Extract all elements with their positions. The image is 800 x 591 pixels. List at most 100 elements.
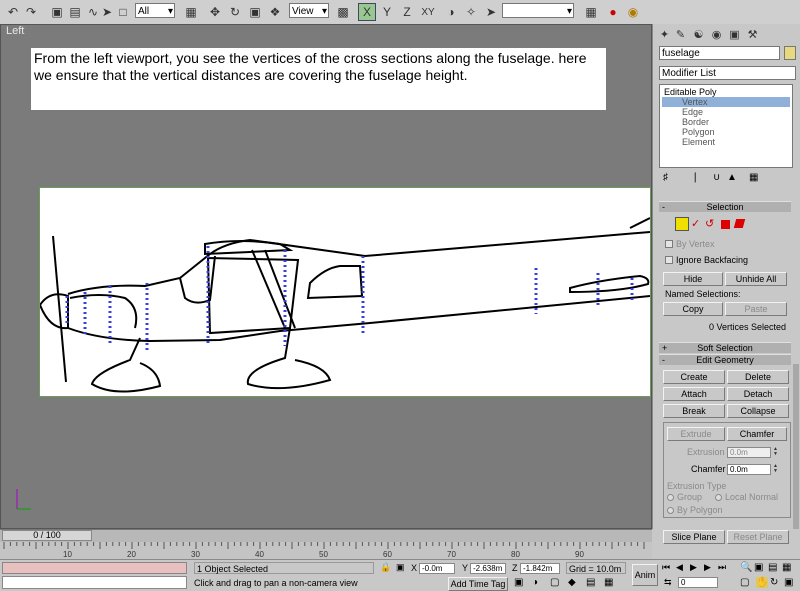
stack-item[interactable]: Border [662,117,790,127]
add-time-tag-button[interactable]: Add Time Tag [448,577,508,591]
unhide-all-button[interactable]: Unhide All [725,272,787,286]
chamfer-spinner[interactable]: 0.0m [727,464,771,475]
layer-icon[interactable]: ➤ [482,3,500,21]
unlink-icon[interactable]: ▤ [66,3,84,21]
stack-item[interactable]: Polygon [662,127,790,137]
zoom-extents-icon[interactable]: ▤ [768,562,777,573]
align-icon[interactable]: ✧ [462,3,480,21]
move-icon[interactable]: ✥ [206,3,224,21]
remove-modifier-icon[interactable]: ▲ [727,172,737,183]
chamfer-button[interactable]: Chamfer [727,427,787,441]
group-radio[interactable] [667,494,674,501]
go-to-end-icon[interactable]: ⏭ [718,562,726,573]
delete-button[interactable]: Delete [727,370,789,384]
previous-frame-icon[interactable]: ◀ [676,562,683,573]
scale-icon[interactable]: ▣ [246,3,264,21]
element-level-icon[interactable] [733,219,746,228]
zoom-all-icon[interactable]: ▣ [754,562,763,573]
auto-key-button[interactable]: Anim [632,564,658,586]
named-selection-set-dropdown[interactable] [502,3,574,19]
time-slider[interactable]: 0 / 100 [0,529,652,542]
axis-z-button[interactable]: Z [398,3,416,21]
track-bar[interactable]: 10 20 30 40 50 60 70 80 90 [0,542,652,559]
zoom-icon[interactable]: 🔍 [740,562,752,573]
copy-button[interactable]: Copy [663,302,723,316]
window-crossing-icon[interactable]: ▦ [604,577,613,588]
selection-filter-dropdown[interactable]: All [135,3,175,19]
slice-plane-button[interactable]: Slice Plane [663,530,725,544]
stack-item[interactable]: Vertex [662,97,790,107]
selection-rollout-header[interactable]: - Selection [659,201,791,212]
zoom-extents-all-icon[interactable]: ▦ [782,562,791,573]
select-link-icon[interactable]: ▣ [48,3,66,21]
play-icon[interactable]: ▶ [690,562,697,573]
x-coordinate-field[interactable]: -0.0m [419,563,455,574]
object-color-swatch[interactable] [784,46,796,60]
extrusion-spinner[interactable]: 0.0m [727,447,771,458]
pan-icon[interactable]: ✋ [756,577,769,588]
polygon-level-icon[interactable] [721,220,730,229]
stack-item[interactable]: Element [662,137,790,147]
motion-tab-icon[interactable]: ◉ [709,28,724,42]
left-viewport[interactable]: Left From the left viewport, you see the… [0,24,652,529]
redo-icon[interactable]: ↷ [22,3,40,21]
utilities-tab-icon[interactable]: ⚒ [745,28,760,42]
paste-button[interactable]: Paste [725,302,787,316]
display-tab-icon[interactable]: ▣ [727,28,742,42]
rotate-icon[interactable]: ↻ [226,3,244,21]
make-unique-icon[interactable]: ∪ [713,172,720,183]
object-name-field[interactable]: fuselage [659,46,780,60]
undo-icon[interactable]: ↶ [4,3,22,21]
key-mode-icon[interactable]: ⇆ [664,577,672,588]
viewport-label[interactable]: Left [6,25,24,37]
collapse-button[interactable]: Collapse [727,404,789,418]
stack-item[interactable]: Edge [662,107,790,117]
y-coordinate-field[interactable]: -2.638m [470,563,506,574]
stack-item[interactable]: Editable Poly [662,87,790,97]
extrude-button[interactable]: Extrude [667,427,725,441]
reset-plane-button[interactable]: Reset Plane [727,530,789,544]
soft-selection-rollout-header[interactable]: + Soft Selection [659,342,791,353]
region-zoom-icon[interactable]: ▢ [740,577,749,588]
maxscript-input[interactable] [2,576,187,589]
arc-rotate-icon[interactable]: ↻ [770,577,778,588]
mirror-icon[interactable]: ◑ [442,3,460,21]
create-tab-icon[interactable]: ✦ [657,28,672,42]
lock-selection-icon[interactable]: 🔒 [380,562,391,573]
next-frame-icon[interactable]: ▶ [704,562,711,573]
hide-button[interactable]: Hide [663,272,723,286]
current-frame-field[interactable]: 0 [678,577,718,588]
break-button[interactable]: Break [663,404,725,418]
by-vertex-checkbox[interactable] [665,240,673,248]
panel-scrollbar[interactable] [793,364,799,529]
extrusion-spinner-arrows[interactable]: ▲ ▼ [773,447,779,458]
maxscript-listener[interactable] [2,562,187,574]
by-polygon-radio[interactable] [667,507,674,514]
selection-region-icon[interactable]: □ [114,3,132,21]
ignore-backfacing-checkbox[interactable] [665,256,673,264]
select-by-name-icon[interactable]: ▦ [182,3,200,21]
edit-geometry-rollout-header[interactable]: - Edit Geometry [659,354,791,365]
absolute-mode-icon[interactable]: ▣ [396,562,405,573]
angle-snap-icon[interactable]: ◑ [532,577,538,588]
axis-y-button[interactable]: Y [378,3,396,21]
hierarchy-tab-icon[interactable]: ☯ [691,28,706,42]
schematic-view-icon[interactable]: ▦ [582,3,600,21]
attach-button[interactable]: Attach [663,387,725,401]
snap-toggle-icon[interactable]: ▣ [514,577,523,588]
percent-snap-icon[interactable]: ▢ [550,577,559,588]
modify-tab-icon[interactable]: ✎ [673,28,688,42]
axis-x-button[interactable]: X [358,3,376,21]
z-coordinate-field[interactable]: -1.842m [520,563,560,574]
vertex-level-icon[interactable] [675,217,689,231]
spinner-snap-icon[interactable]: ◆ [568,577,576,588]
time-slider-thumb[interactable]: 0 / 100 [2,530,92,541]
configure-sets-icon[interactable]: ▦ [749,172,758,183]
reference-coordinate-dropdown[interactable]: View [289,3,329,19]
select-manipulate-icon[interactable]: ❖ [266,3,284,21]
maximize-viewport-icon[interactable]: ▣ [784,577,793,588]
pivot-center-icon[interactable]: ▩ [334,3,352,21]
axis-xy-button[interactable]: XY [418,3,438,21]
border-level-icon[interactable]: ↺ [705,217,714,230]
chamfer-spinner-arrows[interactable]: ▲ ▼ [773,464,779,475]
